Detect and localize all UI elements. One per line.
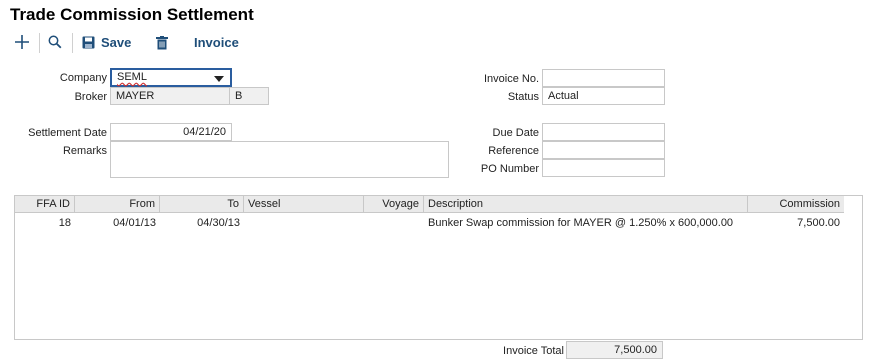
settlement-date-label: Settlement Date [28,127,107,139]
invoice-no-label: Invoice No. [483,73,539,85]
column-header-to[interactable]: To [160,196,244,213]
invoice-total-label: Invoice Total [503,345,564,357]
broker-field: MAYER [110,87,230,105]
cell-vessel [244,216,364,232]
toolbar-divider [72,33,73,53]
remarks-label: Remarks [62,145,107,157]
status-label: Status [507,91,539,103]
trash-icon[interactable] [156,36,168,53]
po-number-label: PO Number [480,163,539,175]
page-title: Trade Commission Settlement [10,5,254,24]
cell-to: 04/30/13 [197,217,240,229]
add-icon[interactable] [14,34,30,53]
column-header-voyage[interactable]: Voyage [364,196,424,213]
cell-commission: 7,500.00 [797,217,840,229]
search-icon[interactable] [48,35,62,52]
cell-from: 04/01/13 [113,217,156,229]
toolbar-divider [39,33,40,53]
column-header-from[interactable]: From [75,196,160,213]
due-date-label: Due Date [492,127,539,139]
company-select[interactable]: SEML [110,68,232,87]
remarks-field[interactable] [110,141,449,178]
company-label: Company [59,72,107,84]
company-value: SEML [117,71,147,83]
cell-ffa-id: 18 [58,217,71,229]
status-field[interactable]: Actual [542,87,665,105]
cell-voyage [364,216,424,232]
settlement-date-field[interactable]: 04/21/20 [110,123,232,141]
invoice-total-field: 7,500.00 [566,341,663,359]
column-header-description[interactable]: Description [424,196,748,213]
column-header-ffa-id[interactable]: FFA ID [15,196,75,213]
chevron-down-icon[interactable] [214,76,224,82]
save-button-label: Save [101,35,132,50]
column-header-commission[interactable]: Commission [748,196,844,213]
reference-field[interactable] [542,141,665,159]
grid-header: FFA ID From To Vessel Voyage Description… [15,196,844,213]
invoice-no-field[interactable] [542,69,665,87]
po-number-field[interactable] [542,159,665,177]
cell-description: Bunker Swap commission for MAYER @ 1.250… [428,217,734,229]
toolbar: Save Invoice [10,33,270,55]
column-header-vessel[interactable]: Vessel [244,196,364,213]
broker-code-field: B [229,87,269,105]
broker-label: Broker [74,91,107,103]
reference-label: Reference [488,145,539,157]
save-icon [82,36,95,52]
due-date-field[interactable] [542,123,665,141]
invoice-button[interactable]: Invoice [194,35,239,50]
commission-grid[interactable]: FFA ID From To Vessel Voyage Description… [14,195,863,340]
